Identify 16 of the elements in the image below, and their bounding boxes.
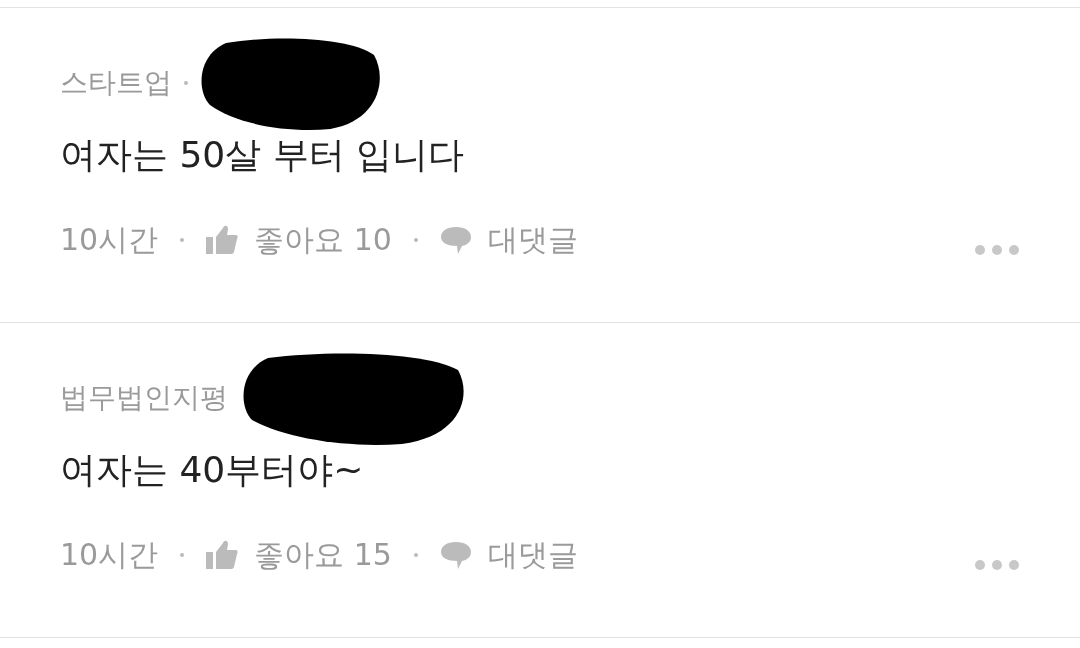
company-name: 스타트업	[60, 65, 172, 101]
more-icon[interactable]	[974, 559, 1020, 571]
speech-bubble-icon	[439, 540, 472, 570]
more-icon[interactable]	[974, 244, 1020, 256]
thumbs-up-icon	[206, 225, 239, 255]
reply-button[interactable]: 대댓글	[487, 534, 578, 576]
timestamp: 10시간	[60, 220, 159, 259]
comment-text: 여자는 40부터야~	[60, 448, 365, 492]
like-button[interactable]: 좋아요 15	[254, 534, 392, 576]
company-name: 법무법인지평	[60, 380, 228, 416]
timestamp: 10시간	[60, 535, 159, 574]
reply-button[interactable]: 대댓글	[487, 219, 578, 261]
comment-text: 여자는 50살 부터 입니다	[60, 133, 466, 177]
speech-bubble-icon	[439, 225, 472, 255]
like-button[interactable]: 좋아요 10	[254, 219, 392, 261]
thumbs-up-icon	[206, 540, 239, 570]
